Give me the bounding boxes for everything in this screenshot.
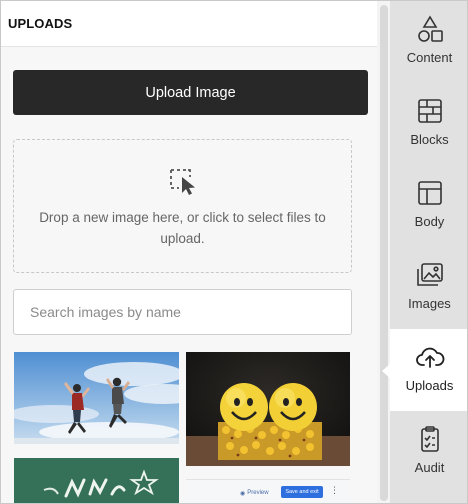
clipboard-check-icon xyxy=(420,426,439,452)
image-dropzone[interactable]: Drop a new image here, or click to selec… xyxy=(13,139,352,273)
chalkboard-photo xyxy=(14,458,179,503)
nav-item-label: Blocks xyxy=(410,132,449,147)
nav-item-label: Content xyxy=(406,50,453,65)
blocks-icon xyxy=(417,99,442,123)
preview-mini-button: ◉ Preview xyxy=(240,487,276,499)
uploaded-image-editor-screenshot[interactable]: ◉ Preview Save and exit ⋮ xyxy=(186,479,350,503)
shapes-icon xyxy=(417,15,443,42)
save-mini-button: Save and exit xyxy=(281,486,323,498)
nav-item-label: Audit xyxy=(414,460,445,475)
cloud-upload-icon xyxy=(415,347,444,368)
upload-image-button[interactable]: Upload Image xyxy=(13,70,368,115)
nav-item-images[interactable]: Images xyxy=(390,247,467,329)
preview-mini-label: Preview xyxy=(247,490,269,496)
active-tab-pointer xyxy=(382,364,390,378)
panel-header: UPLOADS xyxy=(1,1,377,47)
panel-scrollbar-thumb[interactable] xyxy=(380,5,388,501)
eye-icon: ◉ xyxy=(240,490,246,497)
dropzone-instructions: Drop a new image here, or click to selec… xyxy=(39,210,326,246)
nav-item-blocks[interactable]: Blocks xyxy=(390,83,467,165)
more-mini-icon: ⋮ xyxy=(330,485,339,495)
nav-item-body[interactable]: Body xyxy=(390,165,467,247)
save-mini-label: Save and exit xyxy=(285,489,319,495)
images-icon xyxy=(416,263,443,286)
search-images-input[interactable] xyxy=(13,289,352,335)
uploaded-image-chalkboard[interactable] xyxy=(14,458,179,503)
nav-item-audit[interactable]: Audit xyxy=(390,411,467,493)
jumping-people-photo xyxy=(14,352,179,444)
uploaded-image-jumping-people[interactable] xyxy=(14,352,179,444)
editor-frame: UPLOADS Upload Image Drop a new image he… xyxy=(0,0,468,504)
panel-title: UPLOADS xyxy=(8,16,73,31)
nav-item-uploads[interactable]: Uploads xyxy=(390,329,467,411)
uploaded-image-emoji-boxes[interactable] xyxy=(186,352,350,466)
uploads-panel: UPLOADS Upload Image Drop a new image he… xyxy=(1,1,377,503)
nav-item-label: Body xyxy=(414,214,445,229)
select-cursor-icon xyxy=(170,169,195,195)
side-nav-rail: Content Blocks Body Images Uploads Audit xyxy=(390,1,467,503)
nav-item-label: Images xyxy=(408,296,451,311)
nav-item-label: Uploads xyxy=(405,378,454,393)
emoji-boxes-photo xyxy=(186,352,350,466)
layout-icon xyxy=(417,181,442,205)
nav-item-content[interactable]: Content xyxy=(390,1,467,83)
